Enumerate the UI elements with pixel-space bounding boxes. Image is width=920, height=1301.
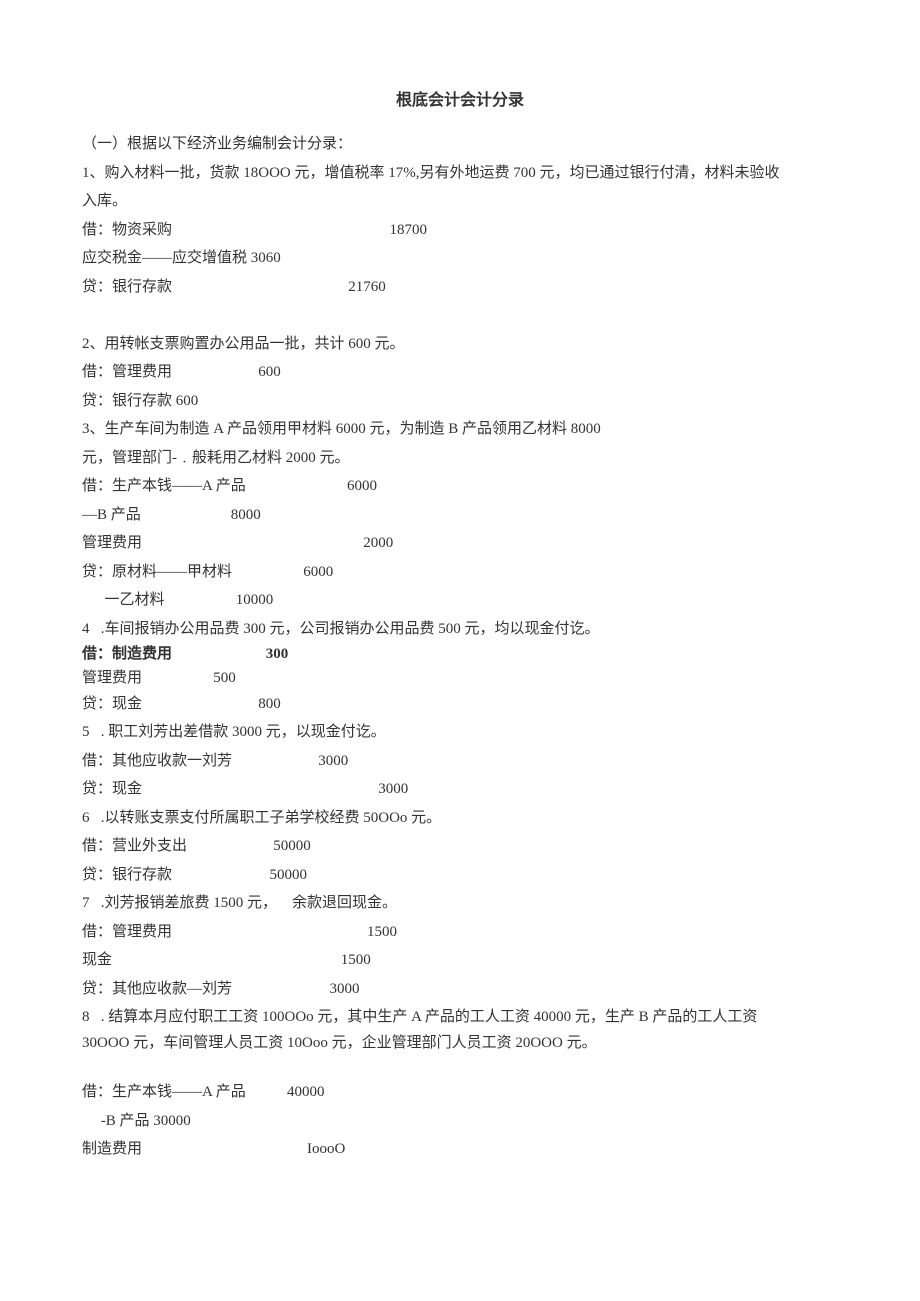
text-line: 元，管理部门-﹒般耗用乙材料 2000 元。 (82, 444, 838, 473)
text-line (82, 301, 838, 330)
text-line: 借：生产本钱——A 产品 40000 (82, 1078, 838, 1107)
text-line: 1、购入材料一批，货款 18OOO 元，增值税率 17%,另有外地运费 700 … (82, 159, 838, 188)
text-line: 借：生产本钱——A 产品 6000 (82, 472, 838, 501)
text-line: 现金 1500 (82, 946, 838, 975)
text-line: 应交税金——应交增值税 3060 (82, 244, 838, 273)
text-line: 管理费用 2000 (82, 529, 838, 558)
text-line: 贷：银行存款 600 (82, 387, 838, 416)
text-line: 贷：原材料——甲材料 6000 (82, 558, 838, 587)
text-line: 入库。 (82, 187, 838, 216)
text-line: （一）根据以下经济业务编制会计分录： (82, 130, 838, 159)
text-line: -B 产品 30000 (82, 1107, 838, 1136)
document-page: 根底会计会计分录 （一）根据以下经济业务编制会计分录：1、购入材料一批，货款 1… (0, 0, 920, 1301)
text-line: 贷：银行存款 50000 (82, 861, 838, 890)
document-body: （一）根据以下经济业务编制会计分录：1、购入材料一批，货款 18OOO 元，增值… (82, 130, 838, 1164)
text-line: 贷：银行存款 21760 (82, 273, 838, 302)
text-line: —B 产品 8000 (82, 501, 838, 530)
text-line: 借：营业外支出 50000 (82, 832, 838, 861)
document-title: 根底会计会计分录 (82, 86, 838, 116)
text-line: 贷：现金 800 (82, 690, 838, 719)
text-line: 2、用转帐支票购置办公用品一批，共计 600 元。 (82, 330, 838, 359)
text-line (82, 1055, 838, 1078)
text-line: 借：管理费用 600 (82, 358, 838, 387)
text-line: 制造费用 IoooO (82, 1135, 838, 1164)
text-line: 4 .车间报销办公用品费 300 元，公司报销办公用品费 500 元，均以现金付… (82, 615, 838, 644)
text-line: 一乙材料 10000 (82, 586, 838, 615)
text-line: 贷：其他应收款—刘芳 3000 (82, 975, 838, 1004)
text-line: 借：管理费用 1500 (82, 918, 838, 947)
text-line: 30OOO 元，车间管理人员工资 10Ooo 元，企业管理部门人员工资 20OO… (82, 1032, 838, 1055)
text-line: 7 .刘芳报销差旅费 1500 元， 余款退回现金。 (82, 889, 838, 918)
text-line: 管理费用 500 (82, 667, 838, 690)
text-line: 借：其他应收款一刘芳 3000 (82, 747, 838, 776)
text-line: 借：物资采购 18700 (82, 216, 838, 245)
text-line: 3、生产车间为制造 A 产品领用甲材料 6000 元，为制造 B 产品领用乙材料… (82, 415, 838, 444)
text-line: 借：制造费用 300 (82, 643, 838, 666)
text-line: 6 .以转账支票支付所属职工子弟学校经费 50OOo 元。 (82, 804, 838, 833)
text-line: 5 . 职工刘芳出差借款 3000 元，以现金付讫。 (82, 718, 838, 747)
text-line: 8 . 结算本月应付职工工资 100OOo 元，其中生产 A 产品的工人工资 4… (82, 1003, 838, 1032)
text-line: 贷：现金 3000 (82, 775, 838, 804)
